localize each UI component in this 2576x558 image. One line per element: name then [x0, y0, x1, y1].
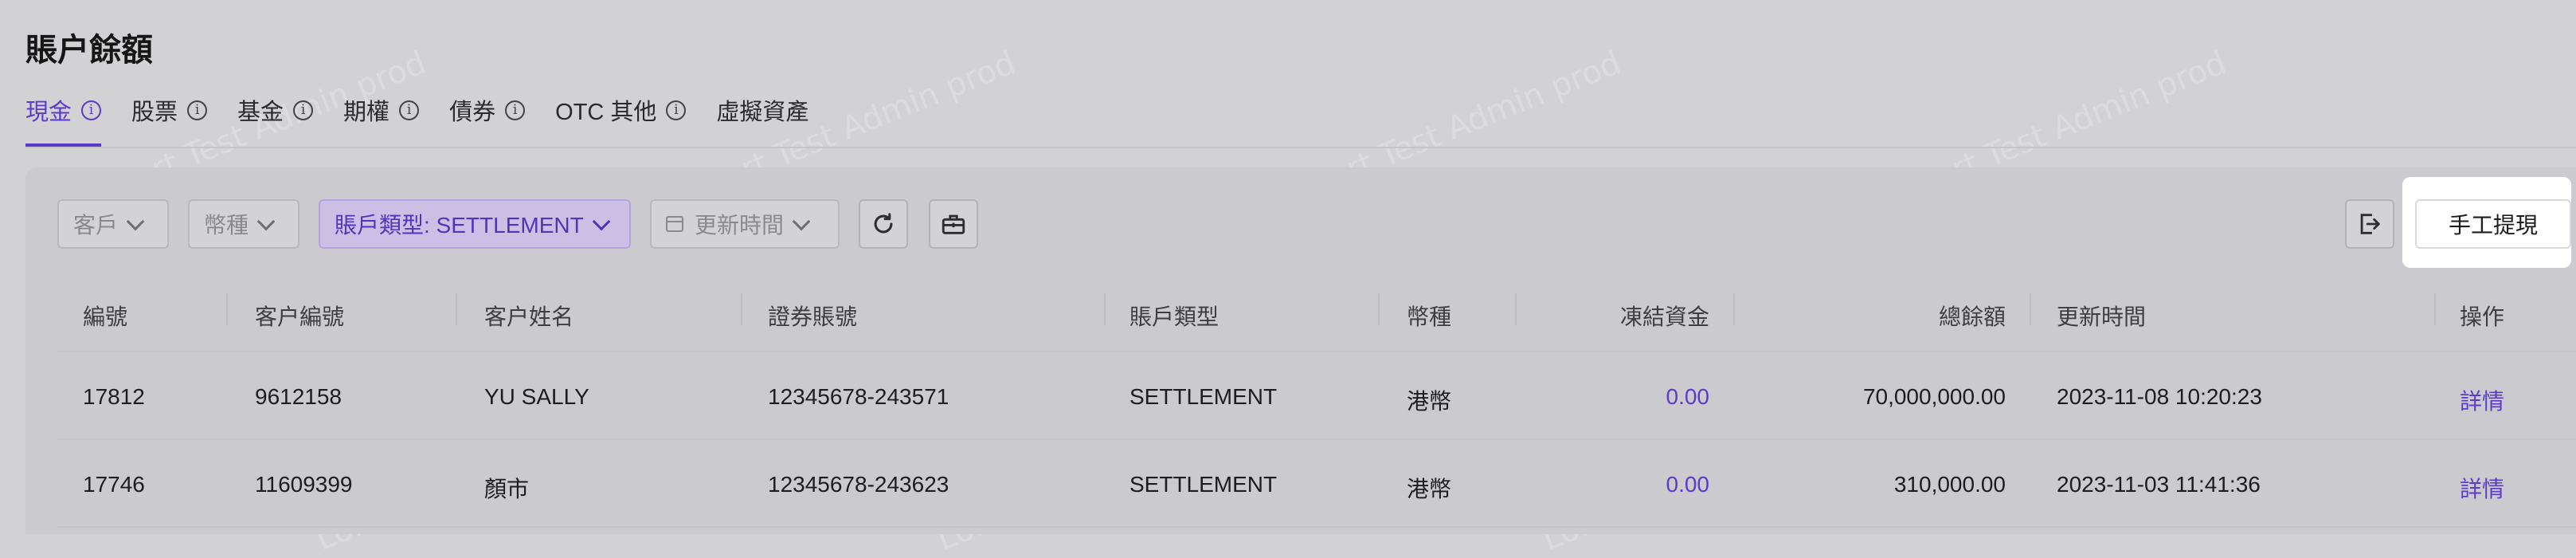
chevron-down-icon	[256, 212, 276, 231]
tab-cash[interactable]: 現金 i	[25, 94, 102, 147]
account-type-select[interactable]: 賬戶類型: SETTLEMENT	[319, 199, 631, 249]
cell-account-type: SETTLEMENT	[1129, 472, 1278, 497]
column-separator	[226, 293, 228, 325]
export-icon	[2360, 214, 2380, 234]
cell-frozen-funds: 0.00	[1666, 384, 1710, 409]
chevron-down-icon	[126, 212, 145, 231]
info-icon[interactable]: i	[187, 100, 208, 120]
cell-total-balance: 310,000.00	[1893, 472, 2006, 497]
export-button[interactable]	[2345, 199, 2394, 249]
column-separator	[1104, 293, 1106, 325]
refresh-button[interactable]	[859, 199, 908, 249]
column-header-actions: 操作	[2460, 305, 2505, 329]
cell-customer-no: 9612158	[255, 384, 343, 409]
details-link[interactable]: 詳情	[2460, 384, 2504, 416]
column-header-updated-time: 更新時間	[2057, 305, 2147, 329]
column-header-total-balance: 總餘額	[1938, 305, 2006, 329]
column-separator	[1378, 293, 1380, 325]
page-title: 賬户餘額	[25, 33, 153, 68]
info-icon[interactable]: i	[399, 100, 420, 120]
info-icon[interactable]: i	[505, 100, 526, 120]
tab-label: 虛擬資產	[716, 100, 809, 125]
cell-currency: 港幣	[1407, 477, 1452, 501]
refresh-icon	[874, 213, 893, 234]
cell-currency: 港幣	[1407, 389, 1452, 414]
customer-select[interactable]: 客戶	[57, 199, 169, 249]
column-separator	[456, 293, 457, 325]
column-header-customer-no: 客户編號	[255, 305, 345, 329]
tab-label: 股票	[131, 100, 178, 125]
select-label: 幣種	[204, 213, 249, 238]
column-separator	[741, 293, 742, 325]
tab-funds[interactable]: 基金 i	[237, 94, 314, 126]
cell-id: 17746	[83, 472, 145, 497]
column-header-id: 編號	[83, 305, 128, 329]
row-divider	[57, 351, 2576, 352]
info-icon[interactable]: i	[293, 100, 314, 120]
column-header-currency: 幣種	[1407, 305, 1452, 329]
column-header-customer-name: 客户姓名	[484, 305, 574, 329]
currency-select[interactable]: 幣種	[188, 199, 299, 249]
cell-account-type: SETTLEMENT	[1129, 384, 1278, 409]
cell-total-balance: 70,000,000.00	[1862, 384, 2006, 409]
select-label: 賬戶類型: SETTLEMENT	[335, 213, 584, 238]
tab-options[interactable]: 期權 i	[343, 94, 420, 126]
cell-updated-time: 2023-11-08 10:20:23	[2057, 384, 2262, 409]
cell-customer-no: 11609399	[255, 472, 353, 497]
tab-bonds[interactable]: 債券 i	[449, 94, 526, 126]
select-label: 更新時間	[695, 213, 785, 238]
chevron-down-icon	[592, 212, 611, 231]
cell-securities-account: 12345678-243623	[768, 472, 949, 497]
column-header-securities-account: 證券賬號	[768, 305, 858, 329]
tab-label: OTC 其他	[555, 100, 657, 125]
cell-id: 17812	[83, 384, 145, 409]
tabs-divider	[25, 147, 2576, 148]
column-separator	[2434, 293, 2436, 325]
cell-customer-name: YU SALLY	[484, 384, 589, 409]
row-divider	[57, 438, 2576, 440]
column-header-account-type: 賬戶類型	[1129, 305, 1219, 329]
cell-frozen-funds: 0.00	[1666, 472, 1710, 497]
tab-stocks[interactable]: 股票 i	[131, 94, 208, 126]
info-icon[interactable]: i	[666, 100, 687, 120]
briefcase-icon	[942, 214, 965, 234]
tab-otc-other[interactable]: OTC 其他 i	[555, 94, 687, 126]
update-time-picker[interactable]: 更新時間	[650, 199, 840, 249]
details-link[interactable]: 詳情	[2460, 472, 2504, 504]
manual-withdraw-button[interactable]: 手工提現	[2415, 199, 2571, 249]
export-list-button[interactable]	[929, 199, 978, 249]
info-icon[interactable]: i	[81, 100, 102, 120]
chevron-down-icon	[792, 212, 811, 231]
column-separator	[2030, 293, 2031, 325]
column-separator	[1733, 293, 1735, 325]
tab-label: 基金	[237, 100, 284, 125]
cell-updated-time: 2023-11-03 11:41:36	[2057, 472, 2261, 497]
calendar-icon	[666, 216, 683, 232]
tab-label: 期權	[343, 100, 390, 125]
select-label: 客戶	[73, 213, 119, 238]
tab-label: 現金	[25, 100, 72, 125]
cell-securities-account: 12345678-243571	[768, 384, 949, 409]
tab-bar: 現金 i 股票 i 基金 i 期權 i 債券 i OTC 其他 i 虛擬資產	[25, 94, 839, 147]
tab-virtual-assets[interactable]: 虛擬資產	[716, 94, 808, 126]
cell-customer-name: 顏市	[484, 477, 530, 501]
row-divider	[57, 526, 2576, 528]
column-header-frozen-funds: 凍結資金	[1619, 305, 1709, 329]
tab-label: 債券	[449, 100, 496, 125]
